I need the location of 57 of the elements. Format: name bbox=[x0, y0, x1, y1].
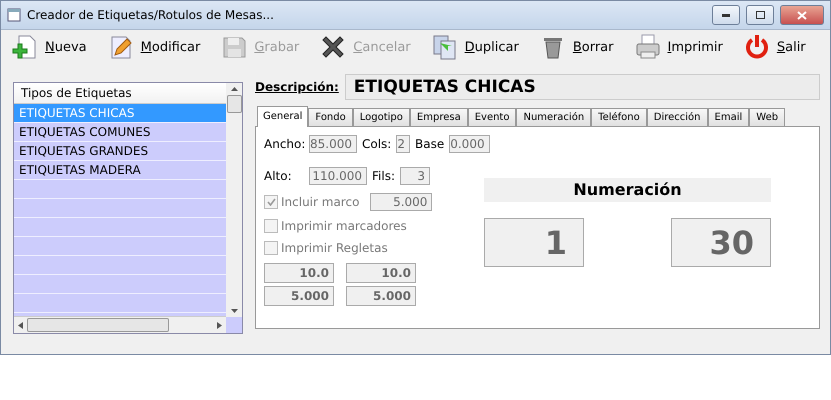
close-icon bbox=[797, 10, 807, 20]
field-label: Fils: bbox=[372, 169, 395, 183]
toolbar-button[interactable]: Borrar bbox=[532, 33, 620, 61]
field-label: Alto: bbox=[264, 169, 293, 183]
tab[interactable]: Evento bbox=[468, 108, 516, 127]
number-field[interactable]: 3 bbox=[400, 167, 430, 185]
number-field[interactable]: 110.000 bbox=[309, 167, 367, 185]
up-arrow-icon[interactable] bbox=[230, 87, 238, 91]
number-field[interactable]: 0.000 bbox=[449, 135, 490, 153]
field-label: Cols: bbox=[362, 137, 392, 151]
minimize-icon bbox=[722, 14, 730, 16]
number-field[interactable]: 10.0 bbox=[346, 263, 416, 283]
toolbar-button[interactable]: Duplicar bbox=[424, 33, 525, 61]
toolbar-button[interactable]: Nueva bbox=[5, 33, 93, 61]
number-field[interactable]: 5.000 bbox=[346, 286, 416, 306]
tab[interactable]: Fondo bbox=[308, 108, 353, 127]
check-icon bbox=[266, 198, 276, 206]
scrollbar-corner bbox=[226, 317, 242, 333]
tab[interactable]: Teléfono bbox=[591, 108, 647, 127]
window-title: Creador de Etiquetas/Rotulos de Mesas... bbox=[27, 8, 275, 22]
right-arrow-icon[interactable] bbox=[217, 322, 222, 328]
numbering-title: Numeración bbox=[484, 178, 771, 202]
tab[interactable]: Email bbox=[708, 108, 750, 127]
number-field[interactable]: 2 bbox=[396, 135, 410, 153]
printer-icon bbox=[634, 33, 662, 61]
toolbar-button[interactable]: Modificar bbox=[100, 33, 206, 61]
maximize-button[interactable] bbox=[746, 5, 774, 25]
field-label: Base bbox=[415, 137, 444, 151]
scrollbar-thumb[interactable] bbox=[226, 95, 242, 113]
tab[interactable]: Numeración bbox=[516, 108, 592, 127]
column-header: Tipos de Etiquetas bbox=[14, 83, 226, 104]
tab[interactable]: General bbox=[257, 106, 308, 127]
number-field[interactable]: 10.0 bbox=[264, 263, 334, 283]
toolbar-button[interactable]: Imprimir bbox=[628, 33, 729, 61]
description-label: Descripción: bbox=[255, 80, 339, 94]
horizontal-scrollbar[interactable] bbox=[14, 316, 226, 333]
tab[interactable]: Logotipo bbox=[352, 108, 410, 127]
window-icon bbox=[7, 8, 21, 22]
description-field[interactable]: ETIQUETAS CHICAS bbox=[344, 74, 820, 100]
tab[interactable]: Dirección bbox=[646, 108, 708, 127]
down-arrow-icon[interactable] bbox=[230, 309, 238, 313]
field-label: Ancho: bbox=[264, 137, 304, 151]
list-row[interactable]: ETIQUETAS GRANDES bbox=[14, 142, 226, 161]
toolbar-button[interactable]: Salir bbox=[736, 33, 812, 61]
minimize-button[interactable] bbox=[712, 5, 740, 25]
close-button[interactable] bbox=[780, 5, 824, 25]
left-arrow-icon[interactable] bbox=[18, 322, 23, 328]
list-row[interactable]: ETIQUETAS MADERA bbox=[14, 161, 226, 180]
list-row[interactable]: ETIQUETAS COMUNES bbox=[14, 123, 226, 142]
number-field[interactable]: 5.000 bbox=[264, 286, 334, 306]
maximize-icon bbox=[756, 11, 764, 19]
end-number-field[interactable]: 30 bbox=[671, 218, 771, 267]
number-field[interactable]: 85.000 bbox=[309, 135, 357, 153]
scrollbar-thumb[interactable] bbox=[27, 318, 169, 332]
tab[interactable]: Empresa bbox=[410, 108, 468, 127]
start-number-field[interactable]: 1 bbox=[484, 218, 584, 267]
tab[interactable]: Web bbox=[749, 108, 786, 127]
